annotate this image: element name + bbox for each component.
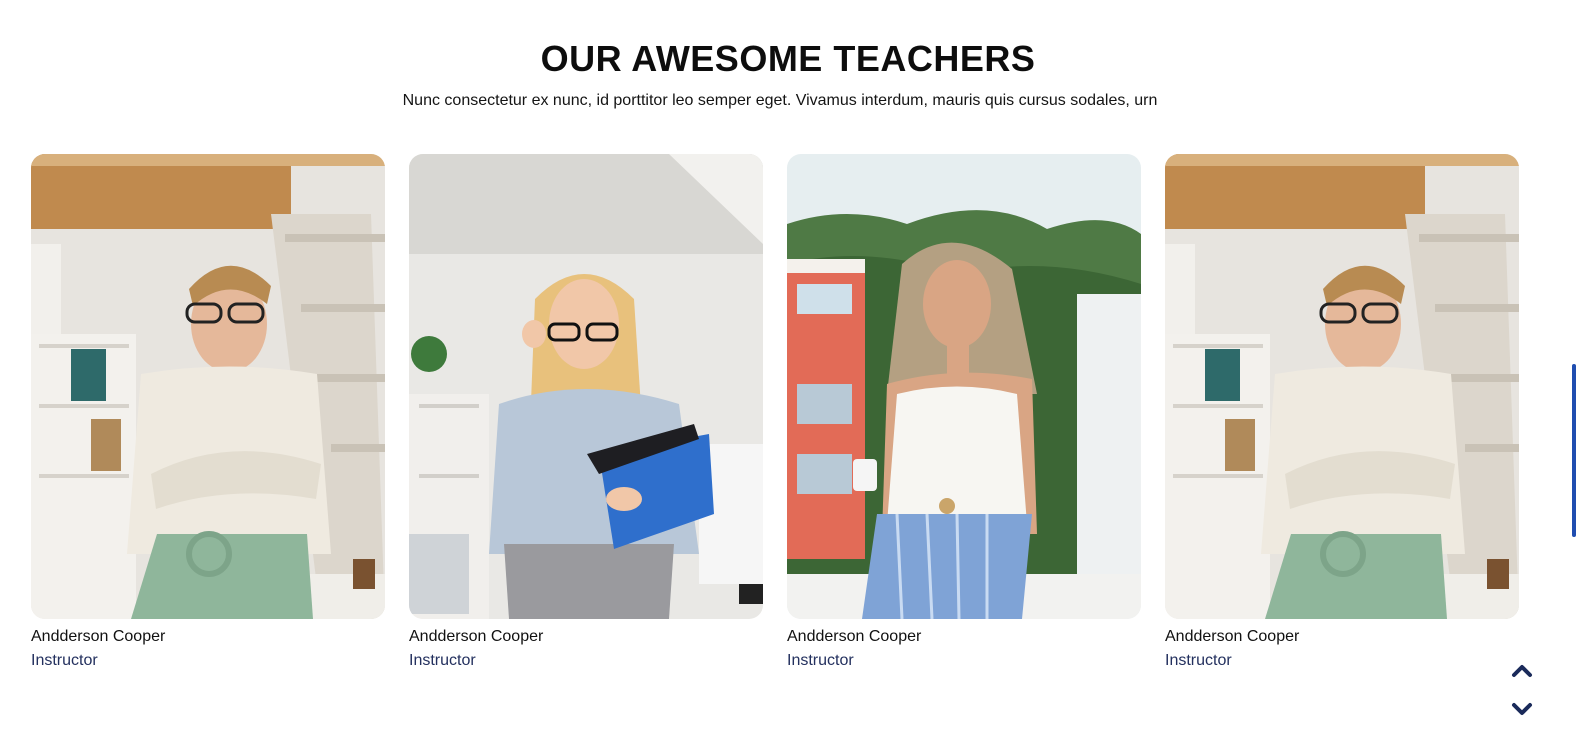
teacher-role: Instructor <box>31 652 98 669</box>
teachers-section: OUR AWESOME TEACHERS Nunc consectetur ex… <box>0 0 1576 744</box>
scrollbar-thumb[interactable] <box>1572 364 1576 537</box>
teacher-cards: Andderson Cooper Instructor Andderson Co… <box>31 154 1519 671</box>
teacher-name: Andderson Cooper <box>31 628 166 645</box>
teacher-photo <box>409 154 763 619</box>
teacher-photo <box>31 154 385 619</box>
teacher-role: Instructor <box>787 652 854 669</box>
scroll-down-button[interactable] <box>1510 698 1534 720</box>
teacher-role: Instructor <box>409 652 476 669</box>
teacher-name: Andderson Cooper <box>787 628 922 645</box>
teacher-name: Andderson Cooper <box>1165 628 1300 645</box>
teacher-name: Andderson Cooper <box>409 628 544 645</box>
teacher-photo <box>1165 154 1519 619</box>
chevron-up-icon <box>1512 665 1532 677</box>
teacher-photo <box>787 154 1141 619</box>
teacher-role: Instructor <box>1165 652 1232 669</box>
teacher-card[interactable]: Andderson Cooper Instructor <box>1165 154 1519 671</box>
chevron-down-icon <box>1512 703 1532 715</box>
teacher-card[interactable]: Andderson Cooper Instructor <box>31 154 385 671</box>
scroll-up-button[interactable] <box>1510 660 1534 682</box>
section-title: OUR AWESOME TEACHERS <box>540 38 1036 79</box>
teacher-card[interactable]: Andderson Cooper Instructor <box>787 154 1141 671</box>
section-subtitle: Nunc consectetur ex nunc, id porttitor l… <box>402 92 1158 109</box>
teacher-card[interactable]: Andderson Cooper Instructor <box>409 154 763 671</box>
